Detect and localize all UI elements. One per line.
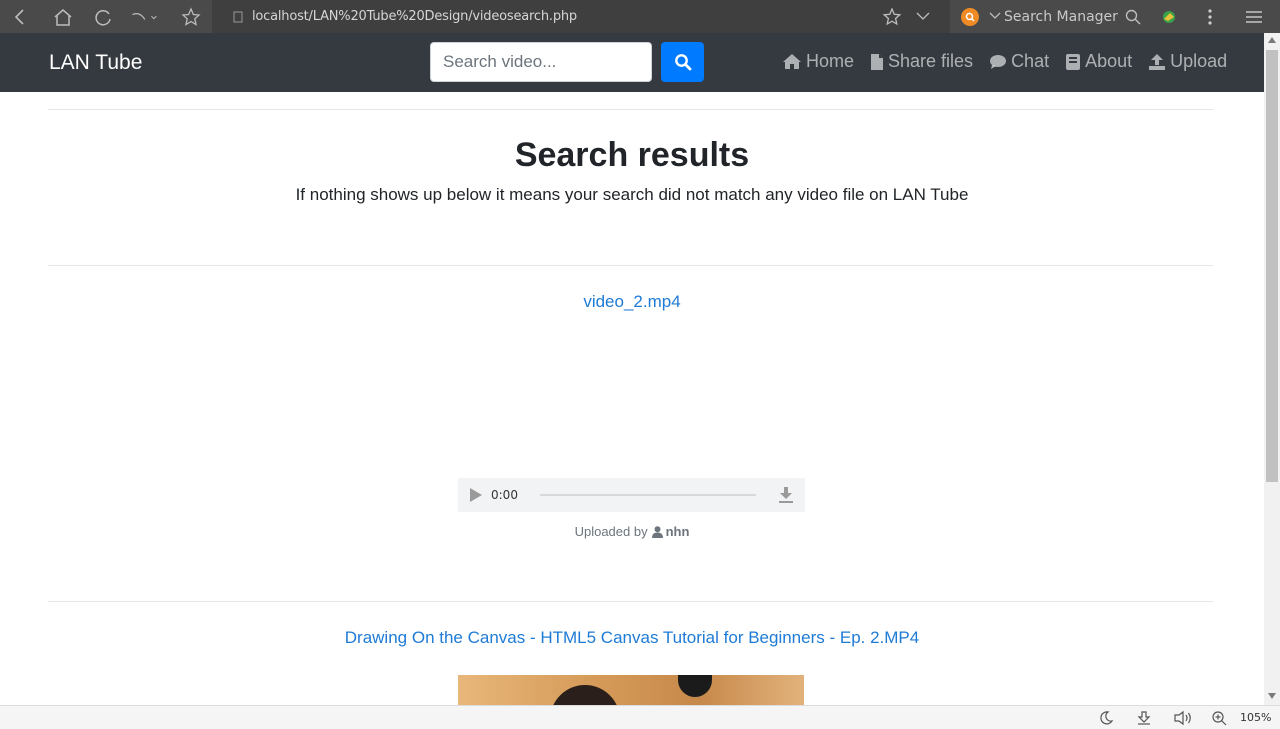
chevron-down-icon[interactable] [915,10,931,22]
search-input[interactable] [430,42,652,82]
site-navbar: LAN Tube Home Share files Chat About Upl… [0,33,1264,92]
home-browser-icon[interactable] [49,0,77,33]
nav-upload-label: Upload [1170,51,1228,71]
media-player: 0:00 [458,478,805,512]
main-content: Search results If nothing shows up below… [0,92,1264,705]
scrollbar-thumb[interactable] [1266,50,1278,482]
search-icon[interactable] [1125,9,1141,25]
nav-home-link[interactable]: Home [782,51,854,72]
nav-home-label: Home [806,51,855,71]
play-icon[interactable] [470,488,482,502]
player-time: 0:00 [491,488,518,502]
back-icon[interactable] [6,0,34,33]
divider [48,601,1213,602]
uploader-name: nhn [665,524,690,539]
nav-chat-label: Chat [1011,51,1050,71]
divider [48,109,1213,110]
thumbnail-subject [550,685,620,705]
uploaded-by: Uploaded by nhn [0,524,1264,539]
scroll-down-icon[interactable] [1268,693,1276,699]
brand-logo-text[interactable]: LAN Tube [49,51,142,75]
upload-icon [1149,53,1166,70]
more-menu-icon[interactable] [1204,8,1216,26]
video-title-link[interactable]: Drawing On the Canvas - HTML5 Canvas Tut… [0,628,1264,648]
search-manager[interactable]: Search Manager [958,0,1153,33]
page-scrollbar[interactable] [1264,33,1280,705]
download-manager-icon[interactable] [1136,710,1152,726]
scroll-up-icon[interactable] [1268,37,1276,43]
zoom-icon[interactable] [1211,710,1227,726]
seek-bar[interactable] [539,494,756,496]
forward-history-icon[interactable] [130,0,158,33]
page-title: Search results [514,136,750,174]
reload-icon[interactable] [90,0,118,33]
browser-status-bar: 105% [0,705,1280,729]
search-engine-icon [961,7,979,26]
nav-about-label: About [1085,51,1133,71]
home-icon [783,54,801,69]
comment-icon [990,54,1007,69]
zoom-level[interactable]: 105% [1240,711,1271,724]
search-manager-label: Search Manager [1004,8,1118,25]
video-title-link[interactable]: video_2.mp4 [0,292,1264,312]
nav-about-link[interactable]: About [1065,51,1132,72]
browser-toolbar: localhost/LAN%20Tube%20Design/videosearc… [0,0,1280,33]
page-icon [233,11,243,22]
download-icon[interactable] [778,486,794,504]
engine-dropdown-icon[interactable] [989,11,1001,21]
favorite-star-icon[interactable] [882,8,902,26]
address-bar[interactable]: localhost/LAN%20Tube%20Design/videosearc… [212,0,950,33]
uploaded-by-prefix: Uploaded by [574,524,648,539]
volume-icon[interactable] [1173,710,1193,726]
file-icon [871,53,884,70]
divider [48,265,1213,266]
nav-links: Home Share files Chat About Upload [782,51,1243,72]
night-mode-icon[interactable] [1098,710,1114,726]
thumbnail-microphone [678,675,712,697]
url-text: localhost/LAN%20Tube%20Design/videosearc… [252,9,577,24]
book-icon [1066,53,1081,70]
hamburger-menu-icon[interactable] [1244,9,1264,25]
bookmark-star-icon[interactable] [177,0,205,33]
user-icon [651,525,663,538]
page-subtitle: If nothing shows up below it means your … [295,185,969,204]
video-thumbnail[interactable] [458,675,804,705]
nav-upload-link[interactable]: Upload [1148,51,1227,72]
nav-chat-link[interactable]: Chat [989,51,1049,72]
search-button[interactable] [661,42,704,82]
nav-share-files-link[interactable]: Share files [870,51,973,72]
extension-icon[interactable] [1160,8,1178,26]
search-icon [674,54,691,71]
nav-share-files-label: Share files [888,51,974,71]
